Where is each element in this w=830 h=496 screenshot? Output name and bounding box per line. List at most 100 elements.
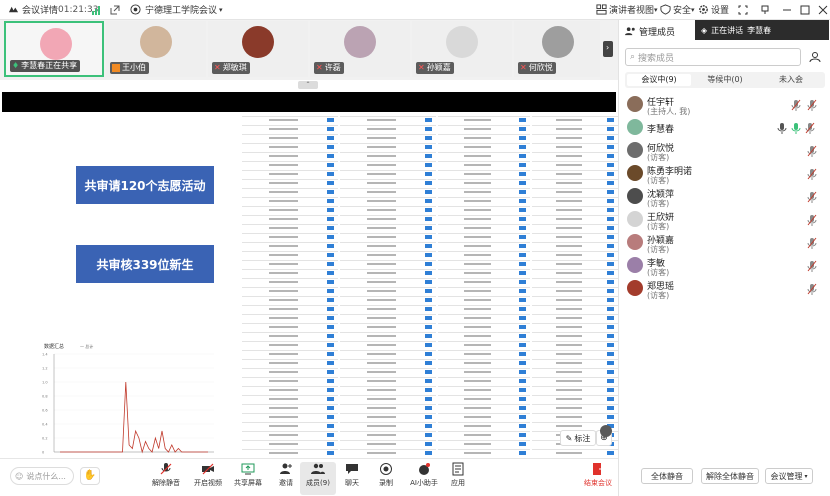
member-row[interactable]: 李慧春: [625, 117, 829, 140]
mic-muted-icon[interactable]: [807, 145, 817, 157]
security-button[interactable]: 安全 ▾: [660, 3, 695, 16]
chat-input[interactable]: ☺ 说点什么...: [10, 467, 74, 485]
unmute-all-button[interactable]: 解除全体静音: [701, 468, 759, 484]
spreadsheet-row: [242, 395, 338, 396]
spreadsheet-row: [438, 350, 530, 351]
mic-muted-icon[interactable]: [807, 168, 817, 180]
spreadsheet-row: [438, 395, 530, 396]
collapse-strip-button[interactable]: ⌃: [298, 81, 318, 89]
member-search-input[interactable]: ⌕ 搜索成员: [625, 48, 801, 66]
add-user-icon[interactable]: [809, 51, 821, 63]
spreadsheet-tag: [607, 397, 614, 401]
spreadsheet-cell: [463, 335, 492, 337]
members-button[interactable]: 成员(9): [300, 462, 336, 495]
settings-button[interactable]: 设置: [698, 3, 729, 16]
strip-next-button[interactable]: ›: [603, 41, 613, 57]
mic-active-icon[interactable]: [791, 122, 801, 134]
y-tick-label: 0.8: [42, 395, 48, 399]
apps-button[interactable]: 应用: [440, 462, 476, 495]
open-external-icon[interactable]: [110, 5, 120, 15]
annotate-button[interactable]: ✎ 标注: [560, 430, 596, 446]
end-meeting-button[interactable]: 结束会议: [580, 462, 616, 495]
member-row[interactable]: 陈勇李明诺 (访客): [625, 163, 829, 186]
mic-muted-icon[interactable]: [807, 214, 817, 226]
spreadsheet-tag: [519, 406, 526, 410]
member-row[interactable]: 李敏 (访客): [625, 255, 829, 278]
tab-waiting[interactable]: 等候中(0): [693, 74, 757, 86]
mic-muted-icon[interactable]: [807, 283, 817, 295]
invite-button[interactable]: 邀请: [268, 462, 304, 495]
start-video-button[interactable]: 开启视频: [190, 462, 226, 495]
mic-muted-icon[interactable]: [807, 237, 817, 249]
mute-all-button[interactable]: 全体静音: [641, 468, 693, 484]
member-row[interactable]: 王欣妍 (访客): [625, 209, 829, 232]
spreadsheet-tag: [607, 181, 614, 185]
tab-in-meeting[interactable]: 会议中(9): [627, 74, 691, 86]
member-row[interactable]: 沈颖萍 (访客): [625, 186, 829, 209]
spreadsheet-cell: [556, 452, 582, 454]
spreadsheet-tag: [327, 262, 334, 266]
spreadsheet-cell: [463, 326, 492, 328]
slide-label-students: 共审核339位新生: [76, 245, 214, 283]
meeting-management-button[interactable]: 会议管理 ▾: [765, 468, 813, 484]
video-tile[interactable]: ✕ 何欣悦: [514, 21, 600, 77]
meeting-info-button[interactable]: 会议详情: [8, 3, 58, 16]
avatar: [140, 26, 172, 58]
spreadsheet-cell: [268, 299, 298, 301]
spreadsheet-tag: [607, 163, 614, 167]
apps-icon: [452, 462, 464, 476]
speaking-name: 李慧春: [747, 25, 772, 35]
camera-off-icon[interactable]: [807, 99, 817, 111]
spreadsheet-cell: [556, 155, 582, 157]
video-tile[interactable]: ✕ 郑敏琪: [208, 21, 308, 77]
video-tile[interactable]: ✕ 孙颖嘉: [412, 21, 512, 77]
maximize-icon[interactable]: [800, 5, 810, 15]
spreadsheet-tag: [327, 406, 334, 410]
screen-share-icon[interactable]: [777, 122, 787, 134]
spreadsheet-tag: [327, 190, 334, 194]
signal-icon[interactable]: [92, 5, 102, 15]
camera-off-icon[interactable]: [805, 122, 815, 134]
video-tile[interactable]: ✕ 许磊: [310, 21, 410, 77]
member-row[interactable]: 郑思瑶 (访客): [625, 278, 829, 301]
mic-muted-icon[interactable]: [807, 191, 817, 203]
pin-icon[interactable]: [760, 5, 770, 15]
spreadsheet-row: [242, 278, 338, 279]
spreadsheet-row: [438, 161, 530, 162]
unmute-button[interactable]: 解除静音: [148, 462, 184, 495]
spreadsheet-tag: [607, 199, 614, 203]
spreadsheet-cell: [366, 200, 396, 202]
mic-muted-icon[interactable]: [807, 260, 817, 272]
raise-hand-button[interactable]: ✋: [80, 467, 100, 485]
share-screen-button[interactable]: 共享屏幕: [230, 462, 266, 495]
fullscreen-icon[interactable]: [738, 5, 748, 15]
minimize-icon[interactable]: [782, 5, 792, 15]
speaker-view-button[interactable]: 演讲者视图 ▾: [596, 3, 658, 16]
tab-not-joined[interactable]: 未入会: [759, 74, 823, 86]
member-row[interactable]: 孙颖嘉 (访客): [625, 232, 829, 255]
member-row[interactable]: 何欣悦 (访客): [625, 140, 829, 163]
spreadsheet-tag: [519, 127, 526, 131]
spreadsheet-cell: [268, 362, 298, 364]
mic-muted-icon[interactable]: [791, 99, 801, 111]
line-chart: 数据汇总 — 总计 1.4 1.2 1.0 0.8 0.6 0.4 0.2 0: [42, 343, 214, 455]
spreadsheet-tag: [327, 316, 334, 320]
spreadsheet-tag: [327, 271, 334, 275]
spreadsheet-row: [340, 368, 436, 369]
management-label: 会议管理: [770, 471, 803, 481]
meeting-title-button[interactable]: 宁德理工学院会议 ▾: [130, 3, 223, 16]
spreadsheet-row: [532, 260, 618, 261]
spreadsheet-cell: [556, 218, 582, 220]
video-tile[interactable]: 王小伯: [106, 21, 206, 77]
hand-icon: ✋: [83, 470, 97, 481]
member-row[interactable]: 任宇轩 (主持人, 我): [625, 94, 829, 117]
y-tick-label: 0.4: [42, 423, 48, 427]
ai-assistant-button[interactable]: AI小助手: [406, 462, 442, 495]
spreadsheet-row: [340, 359, 436, 360]
record-button[interactable]: 录制: [368, 462, 404, 495]
close-icon[interactable]: [818, 5, 828, 15]
chat-button[interactable]: 聊天: [334, 462, 370, 495]
tile-name-badge: ✕ 郑敏琪: [212, 62, 250, 74]
spreadsheet-cell: [366, 353, 396, 355]
video-tile[interactable]: ♦ 李慧春正在共享: [4, 21, 104, 77]
